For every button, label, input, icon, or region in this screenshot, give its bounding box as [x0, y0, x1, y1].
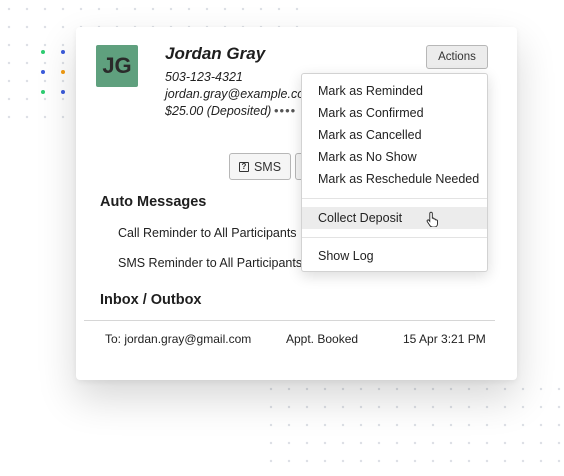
- hand-pointer-icon: [426, 211, 438, 227]
- menu-item-collect-deposit[interactable]: Collect Deposit: [302, 207, 487, 229]
- decor-dot: [41, 70, 45, 74]
- message-icon: ?: [238, 161, 249, 172]
- menu-separator: [302, 237, 487, 238]
- deposit-status: $25.00 (Deposited): [165, 104, 272, 118]
- avatar: JG: [96, 45, 138, 87]
- decor-dot: [61, 50, 65, 54]
- actions-dropdown-menu: Mark as Reminded Mark as Confirmed Mark …: [301, 73, 488, 272]
- menu-item-show-log[interactable]: Show Log: [302, 245, 487, 267]
- menu-item-mark-cancelled[interactable]: Mark as Cancelled: [302, 124, 487, 146]
- contact-name: Jordan Gray: [165, 44, 266, 63]
- message-type: Appt. Booked: [286, 332, 359, 346]
- divider: [84, 320, 495, 321]
- message-recipient: To: jordan.gray@gmail.com: [105, 332, 252, 346]
- contact-phone: 503-123-4321: [165, 70, 243, 84]
- auto-message-item[interactable]: SMS Reminder to All Participants: [118, 256, 302, 270]
- menu-item-mark-reminded[interactable]: Mark as Reminded: [302, 80, 487, 102]
- decor-dot: [61, 90, 65, 94]
- decor-dot: [61, 70, 65, 74]
- auto-message-item[interactable]: Call Reminder to All Participants: [118, 226, 297, 240]
- inbox-outbox-title: Inbox / Outbox: [100, 292, 202, 308]
- menu-separator: [302, 198, 487, 199]
- more-dots[interactable]: ••••: [274, 103, 296, 118]
- decor-dot: [41, 90, 45, 94]
- auto-messages-title: Auto Messages: [100, 194, 207, 210]
- menu-item-mark-reschedule-needed[interactable]: Mark as Reschedule Needed: [302, 168, 487, 190]
- background-dot-pattern: [262, 380, 564, 476]
- menu-item-mark-confirmed[interactable]: Mark as Confirmed: [302, 102, 487, 124]
- sms-button[interactable]: ? SMS: [229, 153, 291, 180]
- message-time: 15 Apr 3:21 PM: [403, 332, 486, 346]
- actions-button[interactable]: Actions: [426, 45, 488, 69]
- menu-item-mark-no-show[interactable]: Mark as No Show: [302, 146, 487, 168]
- decor-dot: [41, 50, 45, 54]
- contact-email: jordan.gray@example.com: [165, 87, 315, 101]
- sms-button-label: SMS: [253, 159, 282, 174]
